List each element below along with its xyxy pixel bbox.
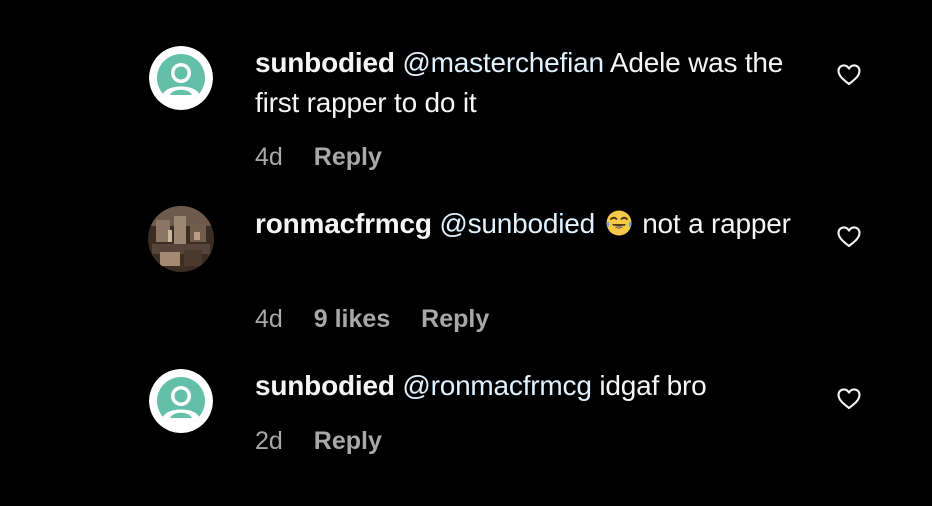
reply-button[interactable]: Reply <box>421 305 489 333</box>
default-avatar-icon[interactable] <box>149 369 213 433</box>
comment-username[interactable]: ronmacfrmcg <box>255 208 432 239</box>
comment-meta: 2d Reply <box>255 426 406 456</box>
photo-avatar[interactable] <box>148 206 214 272</box>
default-avatar-icon[interactable] <box>149 46 213 110</box>
comment-body: sunbodied @masterchefian Adele was the f… <box>255 43 795 123</box>
comment-mention[interactable]: @masterchefian <box>402 47 604 78</box>
heart-outline-icon[interactable] <box>836 386 862 412</box>
comment-age: 4d <box>255 305 283 333</box>
comment-username[interactable]: sunbodied <box>255 47 395 78</box>
comment-text: not a rapper <box>642 208 791 239</box>
comment-meta: 4d Reply <box>255 142 406 172</box>
face-with-tears-of-joy-icon <box>606 210 632 236</box>
reply-button[interactable]: Reply <box>314 427 382 455</box>
heart-outline-icon[interactable] <box>836 224 862 250</box>
comment-meta: 4d 9 likes Reply <box>255 304 513 334</box>
comment-mention[interactable]: @sunbodied <box>439 208 595 239</box>
comment-body: sunbodied @ronmacfrmcg idgaf bro <box>255 366 795 406</box>
comment-body: ronmacfrmcg @sunbodied not a rapper <box>255 204 795 244</box>
like-count[interactable]: 9 likes <box>314 305 390 333</box>
reply-button[interactable]: Reply <box>314 143 382 171</box>
comment-age: 2d <box>255 427 283 455</box>
heart-outline-icon[interactable] <box>836 62 862 88</box>
comment-username[interactable]: sunbodied <box>255 370 395 401</box>
comment-age: 4d <box>255 143 283 171</box>
comment-text: idgaf bro <box>599 370 707 401</box>
comment-mention[interactable]: @ronmacfrmcg <box>402 370 592 401</box>
